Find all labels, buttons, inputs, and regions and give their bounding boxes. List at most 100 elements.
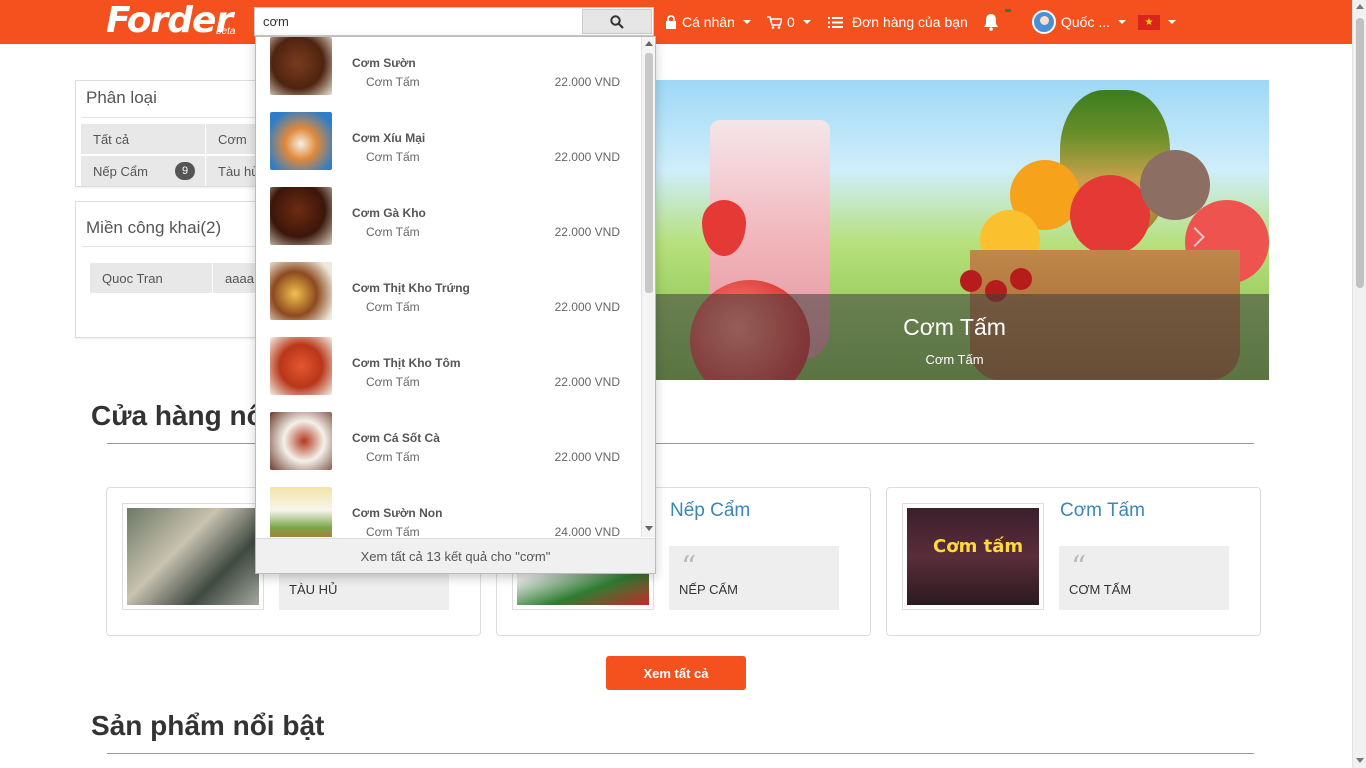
- scroll-up-icon[interactable]: [645, 41, 653, 46]
- food-thumbnail: [270, 487, 332, 537]
- quote-text: TÀU HỦ: [289, 582, 338, 597]
- cart-count: 0: [787, 14, 795, 30]
- count-badge: 9: [175, 162, 195, 180]
- suggestion-name: Cơm Cá Sốt Cà: [352, 431, 440, 445]
- store-image[interactable]: [122, 503, 264, 610]
- suggestion-item[interactable]: Cơm Thịt Kho Tôm Cơm Tấm 22.000 VND: [256, 337, 640, 412]
- logo[interactable]: Forder: [106, 1, 233, 41]
- cart-icon: [767, 15, 782, 29]
- store-quote: “ NẾP CẨM: [669, 546, 839, 610]
- suggestion-item[interactable]: Cơm Sườn Non Cơm Tấm 24.000 VND: [256, 487, 640, 537]
- notification-indicator: [1005, 9, 1011, 12]
- search-input[interactable]: [255, 8, 581, 35]
- suggestion-list: Cơm Sườn Cơm Tấm 22.000 VND Cơm Xíu Mại …: [256, 37, 640, 537]
- suggestion-price: 22.000 VND: [554, 300, 620, 314]
- store-title[interactable]: Nếp Cẩm: [670, 500, 750, 522]
- category-chip-all[interactable]: Tất cả: [81, 124, 206, 154]
- food-thumbnail: [270, 337, 332, 395]
- scroll-down-icon[interactable]: [645, 526, 653, 531]
- quote-text: CƠM TẤM: [1069, 582, 1132, 597]
- search-box: [254, 7, 654, 36]
- cart-menu[interactable]: 0: [767, 0, 811, 44]
- carousel-title: Cơm Tấm: [903, 314, 1006, 340]
- suggestion-price: 24.000 VND: [554, 525, 620, 537]
- user-name: Quốc ...: [1061, 14, 1111, 30]
- avatar: [1032, 10, 1056, 34]
- chip-label: Quoc Tran: [102, 270, 163, 286]
- list-icon: [828, 16, 843, 28]
- suggestion-name: Cơm Thịt Kho Trứng: [352, 281, 470, 295]
- category-chip-nep-cam[interactable]: Nếp Cẩm 9: [81, 156, 206, 186]
- scroll-up-icon[interactable]: [1356, 4, 1364, 9]
- cherry-image: [960, 270, 982, 292]
- personal-menu[interactable]: Cá nhân: [665, 0, 751, 44]
- chevron-down-icon: [802, 20, 811, 24]
- store-title[interactable]: Cơm Tấm: [1060, 500, 1145, 522]
- cherry-image: [1010, 268, 1032, 290]
- notifications-button[interactable]: [982, 0, 1000, 44]
- public-chip-quoc-tran[interactable]: Quoc Tran: [90, 263, 213, 293]
- food-thumbnail: [270, 412, 332, 470]
- user-menu[interactable]: Quốc ...: [1032, 0, 1127, 44]
- store-image[interactable]: Cơm tấm: [902, 503, 1044, 610]
- chip-label: aaaa: [225, 270, 254, 286]
- quote-icon: “: [681, 550, 697, 585]
- quote-icon: “: [1071, 550, 1087, 585]
- suggestion-name: Cơm Sườn: [352, 56, 416, 70]
- suggestion-category: Cơm Tấm: [366, 525, 420, 537]
- hero-carousel[interactable]: Cơm Tấm Cơm Tấm: [640, 80, 1269, 380]
- divider: [82, 246, 268, 247]
- public-domain-panel: Miền công khai(2) Quoc Tran aaaa: [75, 201, 276, 338]
- scrollbar-thumb[interactable]: [645, 53, 653, 293]
- suggestion-category: Cơm Tấm: [366, 75, 420, 89]
- suggestion-name: Cơm Sườn Non: [352, 506, 443, 520]
- food-thumbnail: [270, 262, 332, 320]
- divider: [82, 117, 268, 118]
- carousel-caption: Cơm Tấm Cơm Tấm: [640, 294, 1269, 380]
- divider: [107, 753, 1254, 754]
- suggestion-category: Cơm Tấm: [366, 450, 420, 464]
- suggestion-item[interactable]: Cơm Gà Kho Cơm Tấm 22.000 VND: [256, 187, 640, 262]
- store-card: Cơm tấm Cơm Tấm “ CƠM TẤM: [886, 487, 1261, 636]
- featured-products-title: Sản phẩm nổi bật: [91, 710, 325, 741]
- food-thumbnail: [270, 187, 332, 245]
- suggestion-item[interactable]: Cơm Cá Sốt Cà Cơm Tấm 22.000 VND: [256, 412, 640, 487]
- category-panel: Phân loại Tất cả Cơm Nếp Cẩm 9 Tàu hủ: [75, 80, 276, 187]
- page-scrollbar[interactable]: [1352, 0, 1366, 768]
- suggestion-name: Cơm Thịt Kho Tôm: [352, 356, 461, 370]
- suggestion-item[interactable]: Cơm Thịt Kho Trứng Cơm Tấm 22.000 VND: [256, 262, 640, 337]
- dropdown-scrollbar[interactable]: [641, 37, 655, 537]
- suggestion-price: 22.000 VND: [554, 225, 620, 239]
- fruit-image: [1070, 175, 1150, 255]
- suggestion-name: Cơm Xíu Mại: [352, 131, 426, 145]
- chevron-down-icon: [1118, 20, 1127, 24]
- page: Forder beta Cá nhân: [0, 0, 1366, 768]
- scrollbar-thumb[interactable]: [1356, 18, 1364, 288]
- chip-label: Cơm: [218, 131, 247, 147]
- search-icon: [610, 14, 624, 29]
- personal-label: Cá nhân: [682, 14, 735, 30]
- search-suggestions-dropdown: Cơm Sườn Cơm Tấm 22.000 VND Cơm Xíu Mại …: [255, 36, 656, 574]
- search-button[interactable]: [582, 9, 652, 34]
- scroll-down-icon[interactable]: [1356, 758, 1364, 763]
- chevron-down-icon: [742, 20, 751, 24]
- suggestion-category: Cơm Tấm: [366, 375, 420, 389]
- food-thumbnail: [270, 112, 332, 170]
- language-menu[interactable]: ★: [1138, 0, 1176, 44]
- top-navbar: Forder beta Cá nhân: [0, 0, 1352, 44]
- view-all-button[interactable]: Xem tất cả: [606, 656, 746, 690]
- public-domain-title: Miền công khai(2): [86, 218, 222, 237]
- store-quote: “ CƠM TẤM: [1059, 546, 1229, 610]
- orders-link[interactable]: Đơn hàng của bạn: [828, 0, 968, 44]
- see-all-results-link[interactable]: Xem tất cả 13 kết quả cho "cơm": [256, 538, 655, 573]
- logo-beta-badge: beta: [216, 26, 236, 37]
- suggestion-item[interactable]: Cơm Sườn Cơm Tấm 22.000 VND: [256, 37, 640, 112]
- category-panel-title: Phân loại: [86, 88, 157, 107]
- chip-label: Tàu hủ: [218, 163, 259, 179]
- chip-label: Tất cả: [93, 131, 130, 147]
- suggestion-category: Cơm Tấm: [366, 300, 420, 314]
- suggestion-name: Cơm Gà Kho: [352, 206, 426, 220]
- suggestion-category: Cơm Tấm: [366, 150, 420, 164]
- suggestion-price: 22.000 VND: [554, 150, 620, 164]
- suggestion-item[interactable]: Cơm Xíu Mại Cơm Tấm 22.000 VND: [256, 112, 640, 187]
